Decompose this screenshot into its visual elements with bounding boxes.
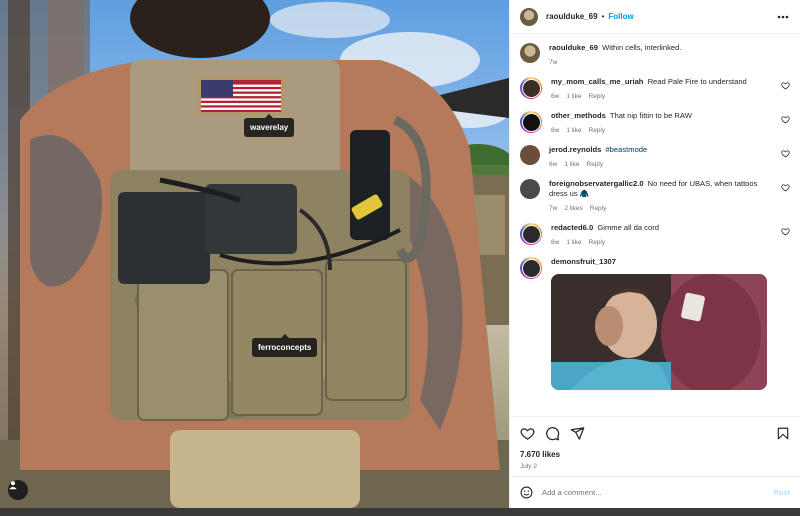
comment-item: my_mom_calls_me_uriah Read Pale Fire to … — [520, 77, 790, 100]
heart-icon[interactable] — [781, 149, 790, 158]
comment-reply-button[interactable]: Reply — [589, 127, 606, 134]
post-date: July 2 — [520, 463, 537, 470]
more-options-button[interactable] — [776, 10, 790, 24]
like-count[interactable]: 7.670 likes — [520, 450, 790, 459]
comment-age: 6w — [551, 127, 560, 134]
commenter-avatar[interactable] — [520, 257, 542, 279]
heart-icon[interactable] — [781, 81, 790, 90]
emoji-icon[interactable] — [520, 486, 533, 499]
comment-age: 6w — [549, 161, 558, 168]
caption-username[interactable]: raoulduke_69 — [549, 43, 598, 52]
product-tag-ferroconcepts[interactable]: ferroconcepts — [252, 334, 318, 357]
author-username[interactable]: raoulduke_69 — [546, 12, 598, 21]
comment-username[interactable]: foreignobservatergallic2.0 — [549, 179, 644, 188]
comment-username[interactable]: jerod.reynolds — [549, 145, 601, 154]
post-comment-button[interactable]: Post — [774, 488, 790, 497]
heart-icon[interactable] — [781, 115, 790, 124]
comment-item: redacted6.0 Gimme all da cord 6w 1 like … — [520, 223, 790, 246]
comment-item: foreignobservatergallic2.0 No need for U… — [520, 179, 790, 212]
comment-username[interactable]: my_mom_calls_me_uriah — [551, 77, 643, 86]
post-header: raoulduke_69 • Follow — [510, 0, 800, 34]
comment-age: 6w — [551, 93, 560, 100]
comment-like-count[interactable]: 1 like — [566, 93, 581, 100]
comment-age: 7w — [549, 205, 558, 212]
comment-like-count[interactable]: 2 likes — [564, 205, 582, 212]
comment-input[interactable]: Add a comment... — [542, 488, 602, 497]
comment-text: Gimme all da cord — [597, 223, 659, 232]
commenter-avatar[interactable] — [520, 111, 542, 133]
commenter-avatar[interactable] — [520, 223, 542, 245]
heart-icon[interactable] — [781, 183, 790, 192]
comment-gif[interactable] — [551, 274, 767, 390]
window-bottom-edge — [0, 508, 800, 516]
author-avatar[interactable] — [520, 7, 538, 26]
photo-illustration — [0, 0, 509, 508]
caption-text: Within cells, interlinked. — [602, 43, 682, 52]
bookmark-icon[interactable] — [776, 426, 790, 441]
comment-hashtag[interactable]: #beastmode — [605, 145, 647, 154]
comment-text: That nip fittin to be RAW — [609, 111, 692, 120]
heart-icon[interactable] — [781, 227, 790, 236]
comment-item: other_methods That nip fittin to be RAW … — [520, 111, 790, 134]
comment-item: jerod.reynolds #beastmode 6w 1 like Repl… — [520, 145, 790, 168]
comment-reply-button[interactable]: Reply — [589, 93, 606, 100]
more-icon — [777, 15, 789, 18]
post-actions: 7.670 likes July 2 — [510, 416, 800, 470]
commenter-avatar[interactable] — [520, 77, 542, 99]
comment-like-count[interactable]: 1 like — [564, 161, 579, 168]
commenter-avatar[interactable] — [520, 179, 540, 199]
author-avatar[interactable] — [520, 43, 540, 63]
comments-list[interactable]: raoulduke_69 Within cells, interlinked. … — [510, 35, 800, 416]
tagged-users-button[interactable] — [8, 480, 28, 500]
separator-dot: • — [601, 12, 605, 21]
comment-username[interactable]: demonsfruit_1307 — [551, 257, 616, 266]
comment-like-count[interactable]: 1 like — [566, 239, 581, 246]
comment-icon[interactable] — [545, 426, 560, 441]
comment-text: Read Pale Fire to understand — [647, 77, 747, 86]
commenter-avatar[interactable] — [520, 145, 540, 165]
post-photo[interactable]: waverelay ferroconcepts — [0, 0, 509, 508]
comment-username[interactable]: other_methods — [551, 111, 606, 120]
product-tag-waverelay[interactable]: waverelay — [244, 114, 295, 137]
caption: raoulduke_69 Within cells, interlinked. … — [520, 43, 790, 66]
caption-age: 7w — [549, 59, 558, 66]
product-tag-label: ferroconcepts — [258, 343, 312, 352]
heart-icon[interactable] — [520, 426, 535, 441]
comment-like-count[interactable]: 1 like — [566, 127, 581, 134]
follow-button[interactable]: Follow — [608, 12, 633, 21]
add-comment-bar: Add a comment... Post — [510, 476, 800, 508]
person-icon — [9, 481, 17, 490]
comment-item: demonsfruit_1307 — [520, 257, 790, 390]
product-tag-label: waverelay — [250, 123, 289, 132]
gif-illustration — [551, 274, 767, 390]
share-icon[interactable] — [570, 426, 585, 441]
comment-age: 6w — [551, 239, 560, 246]
comment-username[interactable]: redacted6.0 — [551, 223, 593, 232]
comment-reply-button[interactable]: Reply — [590, 205, 607, 212]
post-side-panel: raoulduke_69 • Follow raoulduke_69 Withi… — [509, 0, 800, 508]
comment-reply-button[interactable]: Reply — [587, 161, 604, 168]
comment-reply-button[interactable]: Reply — [589, 239, 606, 246]
